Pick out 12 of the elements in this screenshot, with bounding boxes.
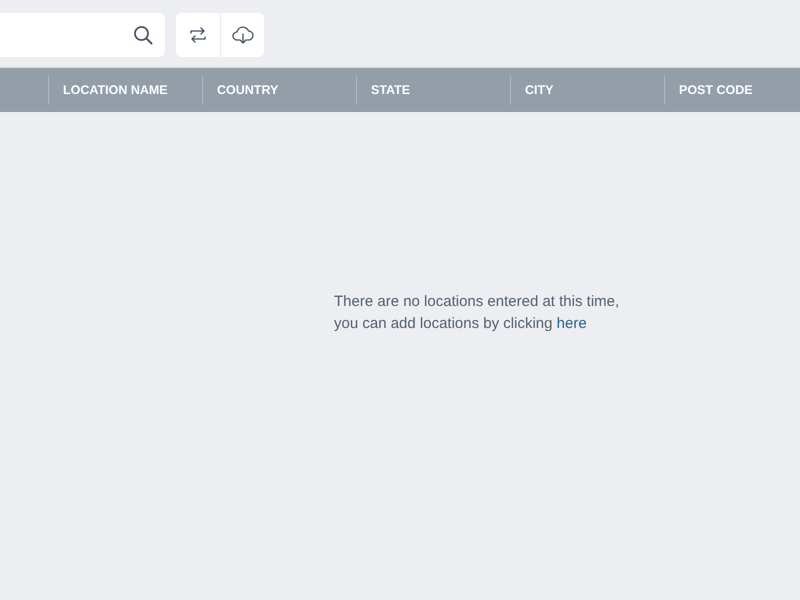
cloud-download-icon bbox=[232, 25, 254, 45]
empty-message: There are no locations entered at this time, you can add locations by clicking here bbox=[334, 292, 620, 334]
search-field[interactable] bbox=[0, 13, 165, 57]
swap-arrows-icon bbox=[189, 26, 207, 44]
column-header[interactable]: LOCATION NAME bbox=[63, 83, 168, 97]
column-header[interactable]: STATE bbox=[371, 83, 410, 97]
download-button[interactable] bbox=[220, 13, 264, 57]
column-header[interactable]: COUNTRY bbox=[217, 83, 278, 97]
search-icon[interactable] bbox=[133, 25, 153, 45]
column-header[interactable]: POST CODE bbox=[679, 83, 753, 97]
here-link[interactable]: here bbox=[556, 315, 587, 332]
column-header[interactable]: CITY bbox=[525, 83, 554, 97]
